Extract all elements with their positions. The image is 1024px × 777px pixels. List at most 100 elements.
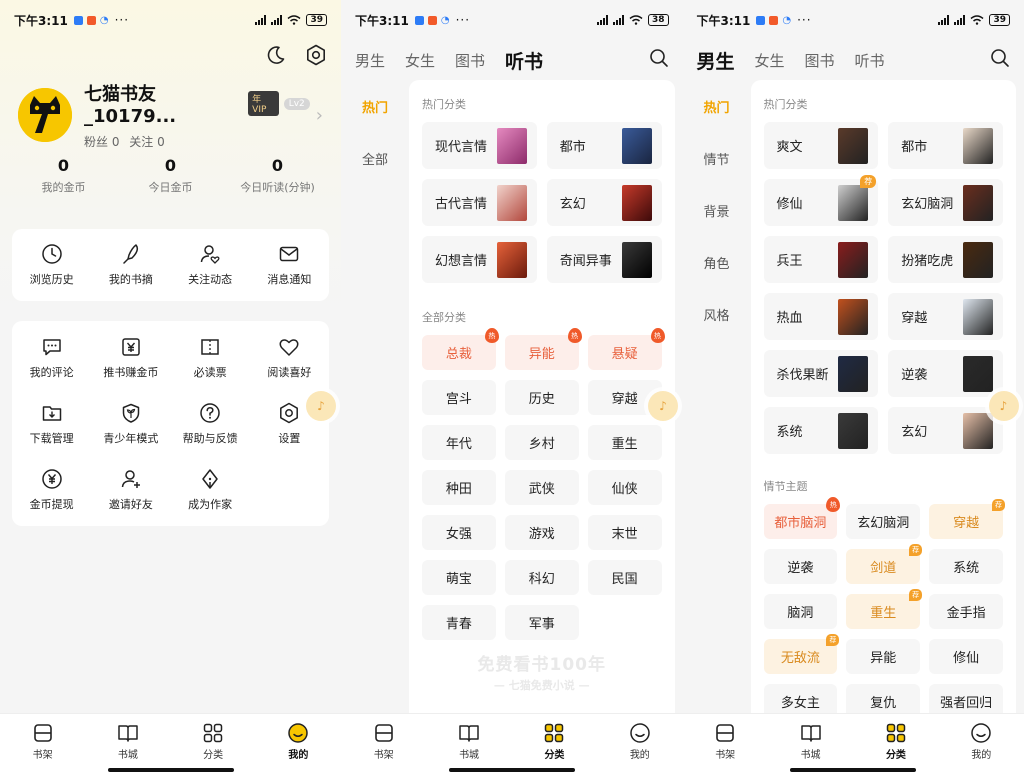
hot-category-item[interactable]: 热血 bbox=[763, 293, 879, 340]
plot-chip[interactable]: 穿越荐 bbox=[929, 499, 1005, 539]
help-feedback-button[interactable]: 帮助与反馈 bbox=[171, 391, 250, 457]
follow-feed-button[interactable]: 关注动态 bbox=[171, 229, 250, 301]
plot-chip[interactable]: 强者回归 bbox=[929, 684, 1003, 713]
follow-count[interactable]: 关注 0 bbox=[129, 135, 164, 149]
category-chip[interactable]: 年代 bbox=[422, 425, 496, 460]
hot-category-item[interactable]: 玄幻 bbox=[546, 179, 662, 226]
fans-count[interactable]: 粉丝 0 bbox=[84, 135, 119, 149]
nav-bookshelf[interactable]: 书架 bbox=[683, 714, 768, 777]
hot-category-item[interactable]: 穿越 bbox=[888, 293, 1003, 340]
stat-today-coins[interactable]: 0 今日金币 bbox=[117, 156, 224, 195]
search-icon[interactable] bbox=[990, 48, 1010, 72]
plot-chip[interactable]: 逆袭 bbox=[763, 549, 838, 584]
history-button[interactable]: 浏览历史 bbox=[12, 229, 91, 301]
tab-audio[interactable]: 听书 bbox=[504, 47, 543, 74]
category-chip[interactable]: 宫斗 bbox=[422, 380, 496, 415]
reading-preferences-button[interactable]: 阅读喜好 bbox=[250, 325, 329, 391]
tab-books[interactable]: 图书 bbox=[805, 50, 835, 71]
tab-female[interactable]: 女生 bbox=[405, 50, 435, 71]
category-chip[interactable]: 种田 bbox=[422, 470, 496, 505]
hot-category-item[interactable]: 现代言情 bbox=[422, 122, 537, 169]
night-mode-icon[interactable] bbox=[265, 44, 287, 66]
category-chip[interactable]: 异能热 bbox=[504, 328, 582, 370]
plot-chip[interactable]: 多女主 bbox=[763, 684, 838, 713]
hot-category-item[interactable]: 玄幻 bbox=[888, 407, 1003, 454]
tab-female[interactable]: 女生 bbox=[755, 50, 785, 71]
category-chip[interactable]: 末世 bbox=[587, 515, 662, 550]
left-nav-item-hot[interactable]: 热门 bbox=[341, 80, 409, 132]
category-chip[interactable]: 悬疑热 bbox=[587, 328, 665, 370]
tab-audio[interactable]: 听书 bbox=[855, 50, 885, 71]
recommend-earn-button[interactable]: 推书赚金币 bbox=[91, 325, 170, 391]
hot-category-item[interactable]: 古代言情 bbox=[422, 179, 537, 226]
left-nav-item-hot[interactable]: 热门 bbox=[683, 80, 751, 132]
hot-category-item[interactable]: 玄幻脑洞 bbox=[888, 179, 1003, 226]
teen-mode-button[interactable]: 青少年模式 bbox=[91, 391, 170, 457]
hot-category-item[interactable]: 兵王 bbox=[763, 236, 879, 283]
avatar[interactable] bbox=[18, 88, 72, 142]
stat-today-listen[interactable]: 0 今日听读(分钟) bbox=[224, 156, 331, 195]
must-read-ticket-button[interactable]: 必读票 bbox=[171, 325, 250, 391]
tab-books[interactable]: 图书 bbox=[455, 50, 485, 71]
nav-bookshelf[interactable]: 书架 bbox=[341, 714, 426, 777]
invite-friends-button[interactable]: 邀请好友 bbox=[91, 457, 170, 523]
plot-chip[interactable]: 无敌流荐 bbox=[763, 634, 840, 674]
nav-mine[interactable]: 我的 bbox=[597, 714, 682, 777]
category-chip[interactable]: 乡村 bbox=[504, 425, 579, 460]
category-chip[interactable]: 重生 bbox=[587, 425, 662, 460]
plot-chip[interactable]: 都市脑洞热 bbox=[763, 497, 841, 539]
plot-chip[interactable]: 修仙 bbox=[929, 639, 1003, 674]
nav-bookshelf[interactable]: 书架 bbox=[0, 714, 85, 777]
tab-male[interactable]: 男生 bbox=[695, 47, 735, 74]
category-chip[interactable]: 女强 bbox=[422, 515, 496, 550]
hot-category-item[interactable]: 奇闻异事 bbox=[546, 236, 662, 283]
left-nav-item-style[interactable]: 风格 bbox=[683, 288, 751, 340]
hot-category-item[interactable]: 修仙荐 bbox=[763, 175, 879, 226]
nav-mine[interactable]: 我的 bbox=[256, 714, 341, 777]
stat-my-coins[interactable]: 0 我的金币 bbox=[10, 156, 117, 195]
category-chip[interactable]: 科幻 bbox=[504, 560, 579, 595]
hot-category-item[interactable]: 爽文 bbox=[763, 122, 879, 169]
left-nav-item-background[interactable]: 背景 bbox=[683, 184, 751, 236]
hot-category-item[interactable]: 幻想言情 bbox=[422, 236, 537, 283]
category-chip[interactable]: 仙侠 bbox=[587, 470, 662, 505]
search-icon[interactable] bbox=[649, 48, 669, 72]
notifications-button[interactable]: 消息通知 bbox=[250, 229, 329, 301]
book-notes-button[interactable]: 我的书摘 bbox=[91, 229, 170, 301]
category-chip[interactable]: 民国 bbox=[587, 560, 662, 595]
left-nav-item-role[interactable]: 角色 bbox=[683, 236, 751, 288]
plot-chip[interactable]: 剑道荐 bbox=[846, 544, 923, 584]
tab-male[interactable]: 男生 bbox=[355, 50, 385, 71]
left-nav-item-all[interactable]: 全部 bbox=[341, 132, 409, 184]
become-writer-button[interactable]: 成为作家 bbox=[171, 457, 250, 523]
category-chip[interactable]: 青春 bbox=[422, 605, 496, 640]
hot-category-item[interactable]: 逆袭 bbox=[888, 350, 1003, 397]
plot-chip[interactable]: 异能 bbox=[846, 639, 921, 674]
plot-chip[interactable]: 复仇 bbox=[846, 684, 921, 713]
listen-float-button[interactable]: ♪ bbox=[988, 391, 1019, 421]
plot-chip[interactable]: 重生荐 bbox=[846, 589, 923, 629]
plot-chip[interactable]: 金手指 bbox=[929, 594, 1003, 629]
plot-chip[interactable]: 玄幻脑洞 bbox=[846, 504, 921, 539]
plot-chip[interactable]: 系统 bbox=[929, 549, 1003, 584]
withdraw-coins-button[interactable]: 金币提现 bbox=[12, 457, 91, 523]
gear-icon[interactable] bbox=[305, 44, 327, 66]
my-comments-button[interactable]: 我的评论 bbox=[12, 325, 91, 391]
nav-mine[interactable]: 我的 bbox=[939, 714, 1024, 777]
category-chip[interactable]: 游戏 bbox=[504, 515, 579, 550]
listen-float-button[interactable]: ♪ bbox=[648, 391, 678, 421]
plot-chip[interactable]: 脑洞 bbox=[763, 594, 838, 629]
category-chip[interactable]: 总裁热 bbox=[422, 328, 499, 370]
listen-float-button[interactable]: ♪ bbox=[306, 391, 336, 421]
category-chip[interactable]: 武侠 bbox=[504, 470, 579, 505]
category-chip[interactable]: 历史 bbox=[504, 380, 579, 415]
hot-category-item[interactable]: 系统 bbox=[763, 407, 879, 454]
download-manager-button[interactable]: 下载管理 bbox=[12, 391, 91, 457]
category-chip[interactable]: 萌宝 bbox=[422, 560, 496, 595]
hot-category-item[interactable]: 扮猪吃虎 bbox=[888, 236, 1003, 283]
profile-header[interactable]: 七猫书友_10179... 年VIP Lv2 粉丝 0 关注 0 › bbox=[18, 80, 323, 150]
left-nav-item-plot[interactable]: 情节 bbox=[683, 132, 751, 184]
hot-category-item[interactable]: 都市 bbox=[888, 122, 1003, 169]
hot-category-item[interactable]: 都市 bbox=[546, 122, 662, 169]
category-chip[interactable]: 军事 bbox=[504, 605, 579, 640]
